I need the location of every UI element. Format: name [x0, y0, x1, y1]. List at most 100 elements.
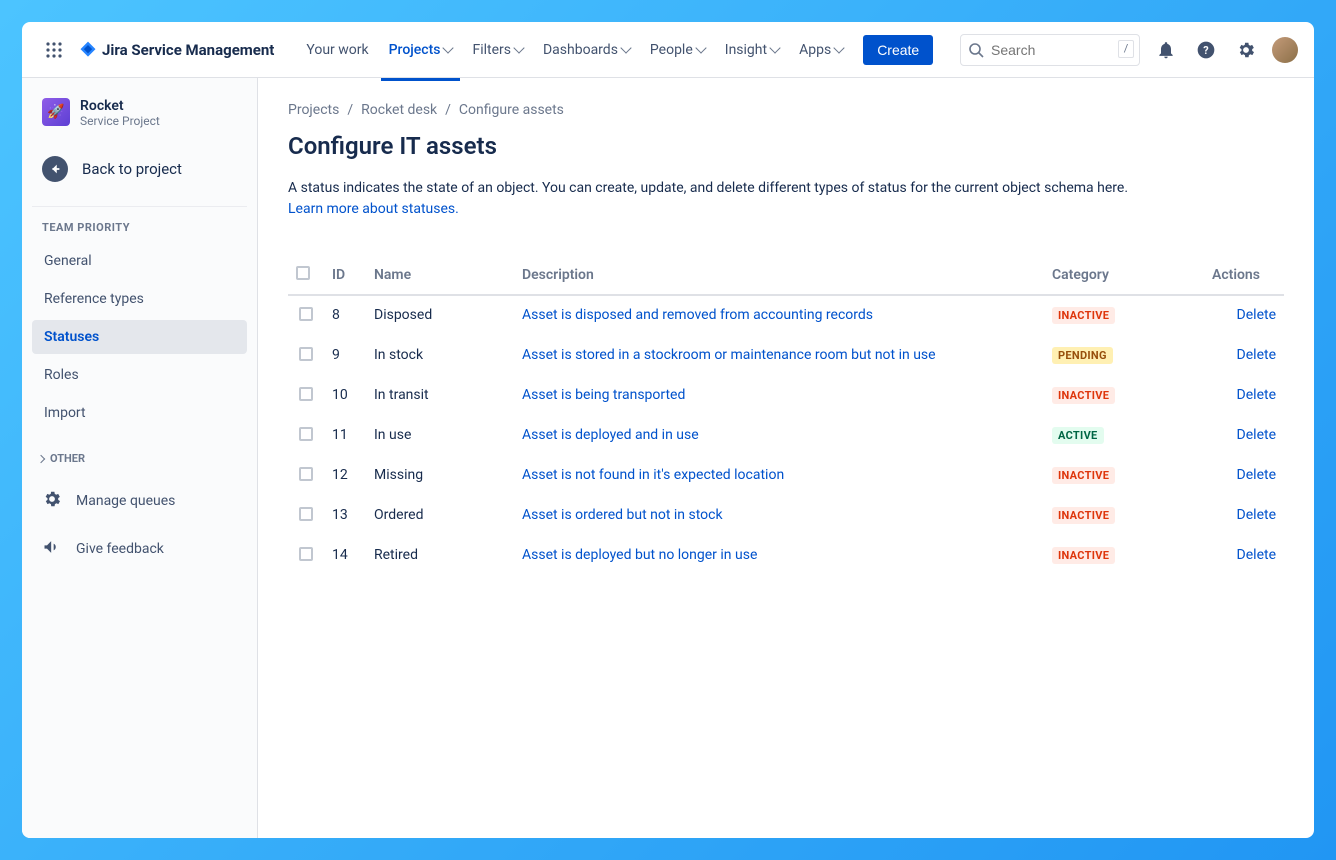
nav-insight[interactable]: Insight: [717, 36, 787, 64]
row-description-link[interactable]: Asset is being transported: [522, 387, 685, 403]
checkbox-all[interactable]: [296, 266, 310, 280]
status-badge: INACTIVE: [1052, 547, 1115, 564]
sidebar-section-other[interactable]: OTHER: [32, 434, 247, 475]
row-checkbox[interactable]: [299, 347, 313, 361]
delete-link[interactable]: Delete: [1237, 387, 1276, 403]
project-type: Service Project: [80, 114, 160, 128]
svg-text:?: ?: [1203, 44, 1208, 57]
row-name: In use: [366, 416, 506, 456]
search-input[interactable]: [960, 34, 1140, 66]
row-description-link[interactable]: Asset is stored in a stockroom or mainte…: [522, 347, 936, 363]
product-name: Jira Service Management: [102, 41, 274, 59]
help-icon[interactable]: ?: [1192, 36, 1220, 64]
delete-link[interactable]: Delete: [1237, 507, 1276, 523]
col-header-id[interactable]: ID: [324, 256, 366, 295]
row-id: 11: [324, 416, 366, 456]
nav-dashboards[interactable]: Dashboards: [535, 36, 638, 64]
row-description-link[interactable]: Asset is disposed and removed from accou…: [522, 307, 873, 323]
row-id: 10: [324, 376, 366, 416]
settings-icon[interactable]: [1232, 36, 1260, 64]
chevron-down-icon: [834, 42, 845, 53]
search-icon: [968, 42, 984, 62]
row-name: Disposed: [366, 295, 506, 336]
topnav-right: / ?: [960, 34, 1298, 66]
chevron-down-icon: [443, 42, 454, 53]
row-id: 14: [324, 536, 366, 576]
chevron-down-icon: [769, 42, 780, 53]
breadcrumb-projects[interactable]: Projects: [288, 102, 339, 118]
col-header-name[interactable]: Name: [366, 256, 506, 295]
nav-filters[interactable]: Filters: [464, 36, 531, 64]
row-checkbox[interactable]: [299, 547, 313, 561]
search-shortcut: /: [1118, 40, 1134, 58]
row-checkbox[interactable]: [299, 427, 313, 441]
product-logo[interactable]: Jira Service Management: [78, 40, 274, 60]
col-header-description[interactable]: Description: [506, 256, 1044, 295]
notifications-icon[interactable]: [1152, 36, 1180, 64]
row-description-link[interactable]: Asset is ordered but not in stock: [522, 507, 723, 523]
learn-more-link[interactable]: Learn more about statuses.: [288, 201, 459, 217]
sidebar-item-roles[interactable]: Roles: [32, 358, 247, 392]
status-badge: INACTIVE: [1052, 387, 1115, 404]
status-badge: PENDING: [1052, 347, 1113, 364]
app-body: 🚀 Rocket Service Project Back to project…: [22, 78, 1314, 838]
nav-projects[interactable]: Projects: [381, 36, 461, 64]
project-icon: 🚀: [42, 98, 70, 126]
delete-link[interactable]: Delete: [1237, 547, 1276, 563]
nav-apps[interactable]: Apps: [791, 36, 851, 64]
search-box: /: [960, 34, 1140, 66]
delete-link[interactable]: Delete: [1237, 347, 1276, 363]
app-switcher-icon[interactable]: [38, 34, 70, 66]
col-header-category[interactable]: Category: [1044, 256, 1204, 295]
jira-icon: [78, 40, 98, 60]
status-badge: ACTIVE: [1052, 427, 1104, 444]
sidebar: 🚀 Rocket Service Project Back to project…: [22, 78, 258, 838]
delete-link[interactable]: Delete: [1237, 427, 1276, 443]
nav-people[interactable]: People: [642, 36, 713, 64]
delete-link[interactable]: Delete: [1237, 307, 1276, 323]
sidebar-give-feedback[interactable]: Give feedback: [32, 527, 247, 571]
sidebar-item-general[interactable]: General: [32, 244, 247, 278]
table-row: 8 Disposed Asset is disposed and removed…: [288, 295, 1284, 336]
breadcrumb-configure-assets[interactable]: Configure assets: [459, 102, 564, 118]
page-description: A status indicates the state of an objec…: [288, 178, 1284, 220]
chevron-right-icon: [37, 454, 45, 462]
sidebar-item-statuses[interactable]: Statuses: [32, 320, 247, 354]
status-badge: INACTIVE: [1052, 507, 1115, 524]
row-checkbox[interactable]: [299, 387, 313, 401]
col-header-checkbox: [288, 256, 324, 295]
project-name: Rocket: [80, 98, 160, 114]
col-header-actions: Actions: [1204, 256, 1284, 295]
status-badge: INACTIVE: [1052, 307, 1115, 324]
row-name: In transit: [366, 376, 506, 416]
megaphone-icon: [42, 537, 62, 561]
table-row: 14 Retired Asset is deployed but no long…: [288, 536, 1284, 576]
row-name: Missing: [366, 456, 506, 496]
row-checkbox[interactable]: [299, 307, 313, 321]
row-name: Retired: [366, 536, 506, 576]
nav-your-work[interactable]: Your work: [298, 36, 376, 64]
row-checkbox[interactable]: [299, 467, 313, 481]
row-description-link[interactable]: Asset is deployed and in use: [522, 427, 699, 443]
top-nav: Jira Service Management Your work Projec…: [22, 22, 1314, 78]
row-name: Ordered: [366, 496, 506, 536]
create-button[interactable]: Create: [863, 35, 933, 65]
sidebar-manage-queues[interactable]: Manage queues: [32, 479, 247, 523]
back-to-project[interactable]: Back to project: [32, 144, 247, 194]
avatar[interactable]: [1272, 37, 1298, 63]
row-description-link[interactable]: Asset is not found in it's expected loca…: [522, 467, 784, 483]
page-title: Configure IT assets: [288, 132, 1284, 160]
main-content: Projects / Rocket desk / Configure asset…: [258, 78, 1314, 838]
row-description-link[interactable]: Asset is deployed but no longer in use: [522, 547, 757, 563]
status-table: ID Name Description Category Actions 8 D…: [288, 256, 1284, 576]
row-checkbox[interactable]: [299, 507, 313, 521]
table-row: 13 Ordered Asset is ordered but not in s…: [288, 496, 1284, 536]
breadcrumb-rocket-desk[interactable]: Rocket desk: [361, 102, 437, 118]
project-header: 🚀 Rocket Service Project: [32, 98, 247, 140]
app-window: Jira Service Management Your work Projec…: [22, 22, 1314, 838]
sidebar-item-import[interactable]: Import: [32, 396, 247, 430]
table-row: 12 Missing Asset is not found in it's ex…: [288, 456, 1284, 496]
delete-link[interactable]: Delete: [1237, 467, 1276, 483]
sidebar-section-team-priority: TEAM PRIORITY: [32, 206, 247, 240]
sidebar-item-reference-types[interactable]: Reference types: [32, 282, 247, 316]
